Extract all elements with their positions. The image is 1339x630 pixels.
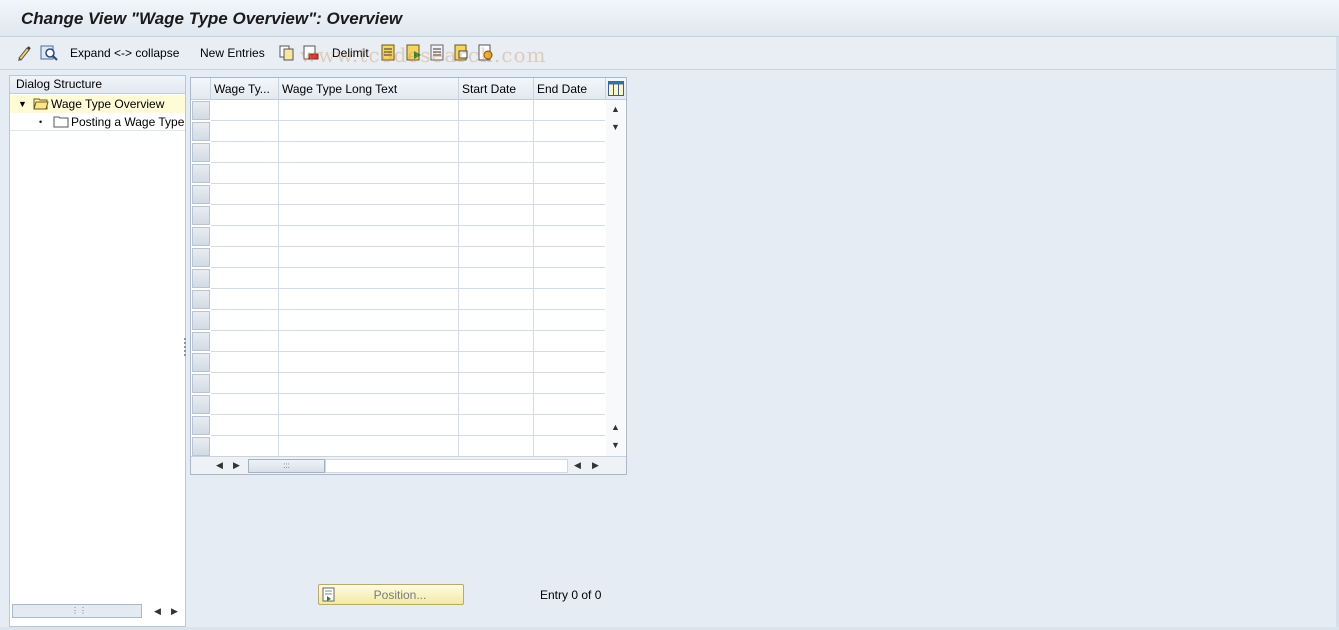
table-horizontal-scrollbar[interactable]: ◀ ▶ ::: ◀ ▶ [191,456,626,474]
panel-splitter[interactable] [184,338,186,356]
table-row[interactable] [211,414,605,415]
select-all-rows-cell[interactable] [191,78,211,100]
scroll-grip-icon: ⋮⋮ [71,606,87,615]
table-row[interactable] [211,246,605,247]
row-selector[interactable] [192,122,210,141]
table-row[interactable] [211,225,605,226]
expand-collapse-button[interactable]: Expand <-> collapse [70,46,179,60]
column-divider [458,100,459,456]
copy-as-icon[interactable] [278,44,296,62]
bullet-icon: • [39,117,43,127]
row-selector[interactable] [192,332,210,351]
column-long-text[interactable]: Wage Type Long Text [279,78,459,100]
dialog-structure-panel: Dialog Structure ▼ Wage Type Overview • … [9,75,186,627]
table-row[interactable] [211,183,605,184]
expand-triangle-icon[interactable]: ▼ [18,95,27,113]
table-row[interactable] [211,204,605,205]
table-header: Wage Ty... Wage Type Long Text Start Dat… [191,78,626,100]
folder-icon [53,115,69,131]
position-button-label: Position... [373,588,427,602]
row-selector[interactable] [192,206,210,225]
scroll-right-icon[interactable]: ▶ [171,606,178,617]
scroll-up-icon[interactable]: ▲ [611,104,620,114]
page-down-icon[interactable]: ▼ [611,440,620,450]
page-title: Change View "Wage Type Overview": Overvi… [21,9,403,28]
dialog-structure-header: Dialog Structure [10,76,185,94]
scroll-left-icon[interactable]: ◀ [574,460,581,471]
row-selector[interactable] [192,164,210,183]
column-start-date[interactable]: Start Date [459,78,534,100]
row-selector[interactable] [192,269,210,288]
tree-item-label: Posting a Wage Type [71,115,185,129]
tree-item-posting-wage-type[interactable]: • Posting a Wage Type [10,113,185,131]
row-selector[interactable] [192,248,210,267]
table-row[interactable] [211,141,605,142]
left-panel-scrollbar[interactable]: ⋮⋮ [12,604,142,618]
entry-count: Entry 0 of 0 [540,588,602,602]
row-selector[interactable] [192,290,210,309]
table-row[interactable] [211,372,605,373]
table-settings-icon[interactable] [608,81,624,99]
wage-type-table: Wage Ty... Wage Type Long Text Start Dat… [190,77,627,475]
table-row[interactable] [211,120,605,121]
column-wage-type[interactable]: Wage Ty... [211,78,279,100]
scroll-right-icon[interactable]: ▶ [592,460,599,471]
tree-item-wage-type-overview[interactable]: ▼ Wage Type Overview [10,95,185,113]
row-selector[interactable] [192,437,210,456]
scroll-right-icon[interactable]: ▶ [233,460,240,471]
row-selector[interactable] [192,101,210,120]
position-button[interactable]: Position... [318,584,464,605]
row-selector[interactable] [192,395,210,414]
table-row[interactable] [211,393,605,394]
table-row[interactable] [211,288,605,289]
column-divider [278,100,279,456]
row-selector[interactable] [192,185,210,204]
table-vertical-scrollbar[interactable]: ▲ ▼ ▲ ▼ [606,100,625,456]
watermark: www.tcodesearch.com [300,43,547,67]
scroll-left-icon[interactable]: ◀ [216,460,223,471]
table-row[interactable] [211,351,605,352]
row-selector[interactable] [192,143,210,162]
row-selector[interactable] [192,416,210,435]
column-end-date[interactable]: End Date [534,78,606,100]
row-selector[interactable] [192,374,210,393]
table-row[interactable] [211,330,605,331]
new-entries-button[interactable]: New Entries [200,46,265,60]
find-icon[interactable] [40,44,58,62]
display-change-icon[interactable] [16,44,34,62]
table-row[interactable] [211,267,605,268]
divider [10,130,185,131]
scroll-down-icon[interactable]: ▼ [611,122,620,132]
tree-item-label: Wage Type Overview [51,97,165,111]
row-selector[interactable] [192,227,210,246]
table-row[interactable] [211,162,605,163]
row-selector[interactable] [192,353,210,372]
row-selector[interactable] [192,311,210,330]
scroll-track[interactable] [325,459,568,473]
scroll-thumb[interactable]: ::: [248,459,325,473]
column-divider [533,100,534,456]
open-folder-icon [33,97,49,113]
table-row[interactable] [211,309,605,310]
page-up-icon[interactable]: ▲ [611,422,620,432]
title-bar: Change View "Wage Type Overview": Overvi… [0,0,1339,37]
application-toolbar: Expand <-> collapse New Entries Delimit [0,37,1339,70]
scroll-left-icon[interactable]: ◀ [154,606,161,617]
table-row[interactable] [211,435,605,436]
